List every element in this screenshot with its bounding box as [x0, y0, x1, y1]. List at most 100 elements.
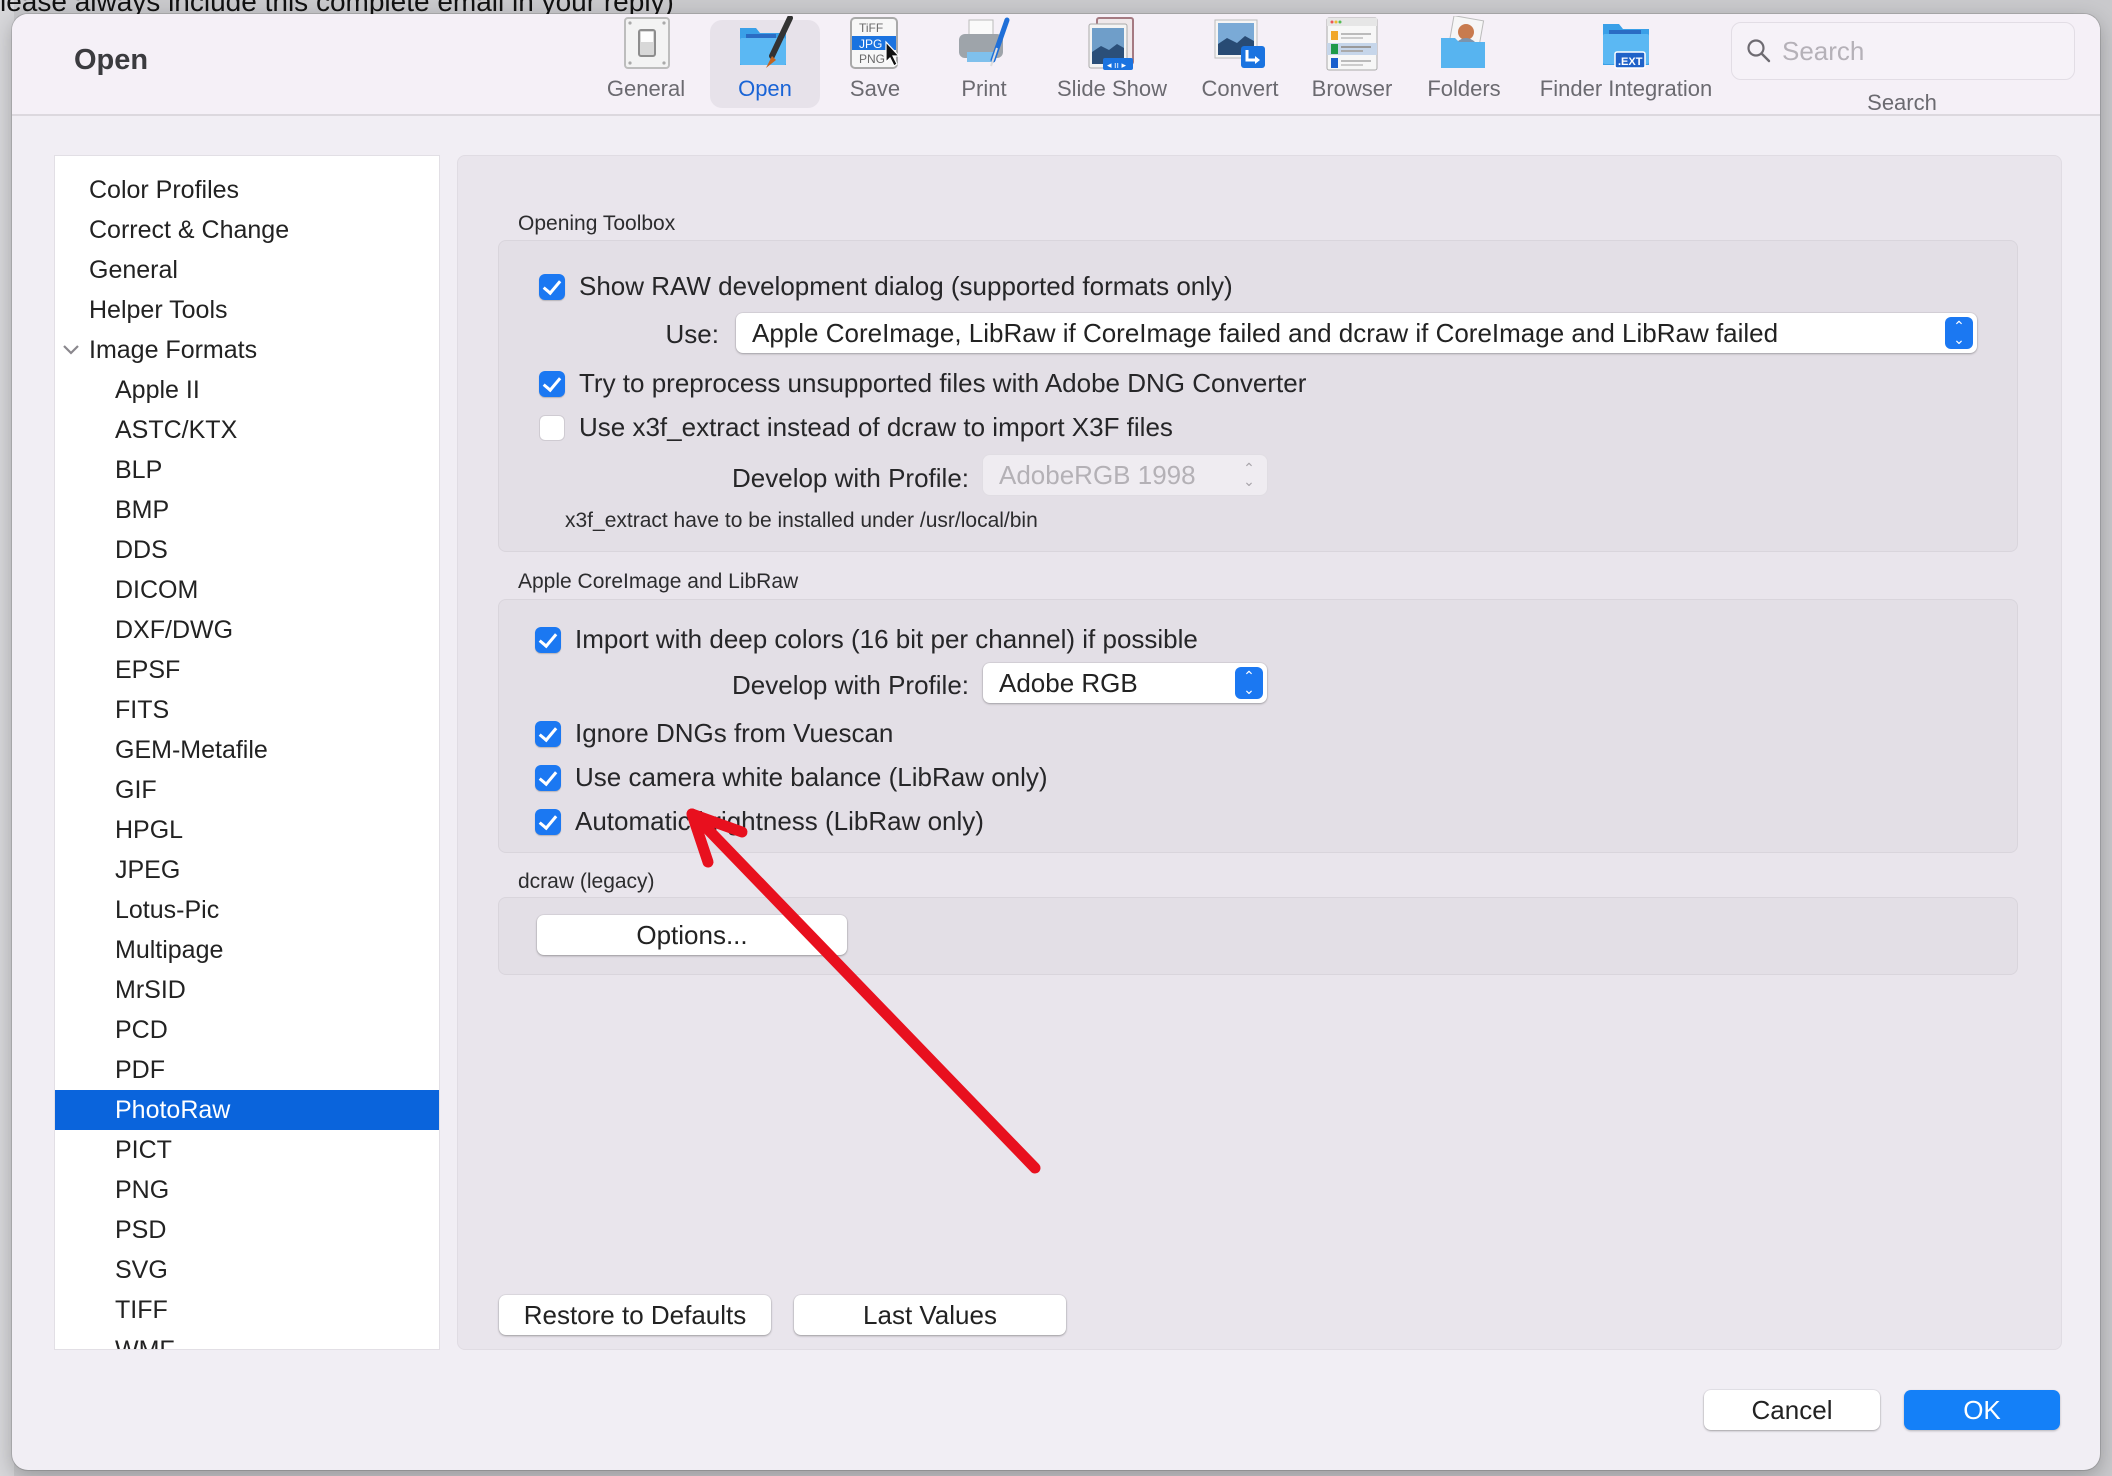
- sidebar-item-label: JPEG: [115, 856, 181, 884]
- sidebar-item-label: PICT: [115, 1136, 172, 1164]
- window-title: Open: [74, 44, 149, 76]
- sidebar-item-label: DICOM: [115, 576, 199, 604]
- sidebar-item[interactable]: Multipage: [55, 930, 439, 970]
- checkbox-deep-colors[interactable]: Import with deep colors (16 bit per chan…: [535, 624, 1198, 655]
- switch-panel-icon: [617, 16, 675, 72]
- sidebar-item[interactable]: TIFF: [55, 1290, 439, 1330]
- sidebar-item[interactable]: JPEG: [55, 850, 439, 890]
- checkbox-checked-icon[interactable]: [539, 273, 565, 300]
- chevron-down-icon[interactable]: [61, 330, 81, 370]
- sidebar-item[interactable]: ASTC/KTX: [55, 410, 439, 450]
- search-input[interactable]: [1780, 34, 2044, 68]
- dcraw-options-button[interactable]: Options...: [537, 915, 847, 955]
- toolbar-item-folders[interactable]: Folders: [1418, 15, 1510, 108]
- last-values-button[interactable]: Last Values: [794, 1295, 1066, 1335]
- toolbar-item-browser[interactable]: Browser: [1302, 17, 1402, 108]
- sidebar-item[interactable]: PhotoRaw: [55, 1090, 439, 1130]
- sidebar-item[interactable]: Lotus-Pic: [55, 890, 439, 930]
- libraw-profile-popup[interactable]: Adobe RGB ⌃ ⌄: [983, 663, 1267, 703]
- sidebar-item[interactable]: BLP: [55, 450, 439, 490]
- sidebar-item[interactable]: DICOM: [55, 570, 439, 610]
- checkbox-preprocess-dng[interactable]: Try to preprocess unsupported files with…: [539, 368, 1306, 399]
- folders-icon: [1435, 15, 1493, 72]
- use-decoder-value: Apple CoreImage, LibRaw if CoreImage fai…: [752, 317, 1779, 348]
- category-sidebar[interactable]: Color Profiles Correct & Change General Hel…: [54, 155, 440, 1350]
- sidebar-item[interactable]: PCD: [55, 1010, 439, 1050]
- sidebar-item-label: ASTC/KTX: [115, 416, 238, 444]
- sidebar-item-label: Helper Tools: [89, 296, 228, 324]
- restore-defaults-button[interactable]: Restore to Defaults: [499, 1295, 771, 1335]
- save-icon-jpg: JPG: [859, 37, 882, 51]
- checkbox-label: Try to preprocess unsupported files with…: [579, 368, 1307, 398]
- sidebar-item-label: Lotus-Pic: [115, 896, 220, 924]
- toolbar-item-label: Slide Show: [1056, 76, 1168, 101]
- toolbar-item-save[interactable]: TiFF JPG PNG Save: [833, 17, 917, 108]
- sidebar-item-label: GIF: [115, 776, 157, 804]
- sidebar-item-label: GEM-Metafile: [115, 736, 268, 764]
- sidebar-item-label: PNG: [115, 1176, 170, 1204]
- sidebar-item[interactable]: PNG: [55, 1170, 439, 1210]
- x3f-install-note: x3f_extract have to be installed under /…: [565, 509, 1038, 532]
- sidebar-item[interactable]: HPGL: [55, 810, 439, 850]
- checkbox-checked-icon[interactable]: [535, 808, 561, 835]
- settings-panel: Opening Toolbox Show RAW development dia…: [457, 155, 2062, 1350]
- checkbox-label: Use camera white balance (LibRaw only): [575, 762, 1048, 792]
- checkbox-camera-white-balance[interactable]: Use camera white balance (LibRaw only): [535, 762, 1048, 793]
- finder-extension-icon: .EXT: [1597, 16, 1655, 72]
- checkbox-label: Automatic brightness (LibRaw only): [575, 806, 984, 836]
- toolbar-item-label: General: [606, 76, 686, 101]
- up-down-chevron-icon: ⌃ ⌄: [1945, 317, 1973, 349]
- toolbar-item-label: Print: [961, 76, 1007, 101]
- svg-text:◂ ıı ▸: ◂ ıı ▸: [1107, 60, 1127, 70]
- checkbox-checked-icon[interactable]: [539, 370, 565, 397]
- sidebar-item[interactable]: FITS: [55, 690, 439, 730]
- up-down-chevron-icon: ⌃ ⌄: [1235, 667, 1263, 699]
- checkbox-use-x3f-extract[interactable]: Use x3f_extract instead of dcraw to impo…: [539, 412, 1173, 443]
- ok-button[interactable]: OK: [1904, 1390, 2060, 1430]
- checkbox-label: Ignore DNGs from Vuescan: [575, 718, 894, 748]
- sidebar-item[interactable]: WMF: [55, 1330, 439, 1350]
- toolbar-item-general[interactable]: General: [603, 17, 689, 108]
- toolbar-item-finder-integration[interactable]: .EXT Finder Integration: [1522, 20, 1730, 108]
- sidebar-item[interactable]: General: [55, 250, 439, 290]
- sidebar-item-label: General: [89, 256, 178, 284]
- sidebar-item-label: WMF: [115, 1336, 175, 1350]
- toolbar-item-convert[interactable]: Convert: [1190, 19, 1290, 108]
- toolbar-item-slide-show[interactable]: ◂ ıı ▸ Slide Show: [1051, 17, 1173, 108]
- develop-profile-label: Develop with Profile:: [732, 670, 969, 700]
- sidebar-item[interactable]: PDF: [55, 1050, 439, 1090]
- printer-icon: [955, 16, 1013, 72]
- search-box[interactable]: [1731, 22, 2075, 80]
- sidebar-item[interactable]: GEM-Metafile: [55, 730, 439, 770]
- checkbox-checked-icon[interactable]: [535, 764, 561, 791]
- sidebar-item[interactable]: BMP: [55, 490, 439, 530]
- use-label: Use:: [665, 319, 719, 349]
- sidebar-item[interactable]: Correct & Change: [55, 210, 439, 250]
- develop-profile-label: Develop with Profile:: [732, 463, 969, 493]
- checkbox-ignore-vuescan[interactable]: Ignore DNGs from Vuescan: [535, 718, 893, 749]
- sidebar-item[interactable]: Helper Tools: [55, 290, 439, 330]
- sidebar-item[interactable]: DDS: [55, 530, 439, 570]
- sidebar-item[interactable]: SVG: [55, 1250, 439, 1290]
- sidebar-item[interactable]: MrSID: [55, 970, 439, 1010]
- sidebar-item[interactable]: Color Profiles: [55, 170, 439, 210]
- checkbox-checked-icon[interactable]: [535, 720, 561, 747]
- checkbox-unchecked-icon[interactable]: [539, 414, 565, 441]
- cancel-button[interactable]: Cancel: [1704, 1390, 1880, 1430]
- sidebar-item[interactable]: GIF: [55, 770, 439, 810]
- group-title-dcraw: dcraw (legacy): [518, 870, 655, 893]
- browser-icon: [1323, 16, 1381, 72]
- sidebar-item[interactable]: Image Formats: [55, 330, 439, 370]
- checkbox-checked-icon[interactable]: [535, 626, 561, 653]
- sidebar-item[interactable]: EPSF: [55, 650, 439, 690]
- use-decoder-popup[interactable]: Apple CoreImage, LibRaw if CoreImage fai…: [736, 313, 1977, 353]
- sidebar-item[interactable]: DXF/DWG: [55, 610, 439, 650]
- sidebar-item[interactable]: PSD: [55, 1210, 439, 1250]
- sidebar-item[interactable]: Apple II: [55, 370, 439, 410]
- checkbox-show-raw-dialog[interactable]: Show RAW development dialog (supported f…: [539, 271, 1233, 302]
- toolbar-item-open[interactable]: Open: [710, 15, 820, 108]
- sidebar-item[interactable]: PICT: [55, 1130, 439, 1170]
- toolbar-item-print[interactable]: Print: [944, 17, 1024, 108]
- up-down-chevron-icon: ⌃ ⌄: [1243, 460, 1255, 489]
- checkbox-automatic-brightness[interactable]: Automatic brightness (LibRaw only): [535, 806, 984, 837]
